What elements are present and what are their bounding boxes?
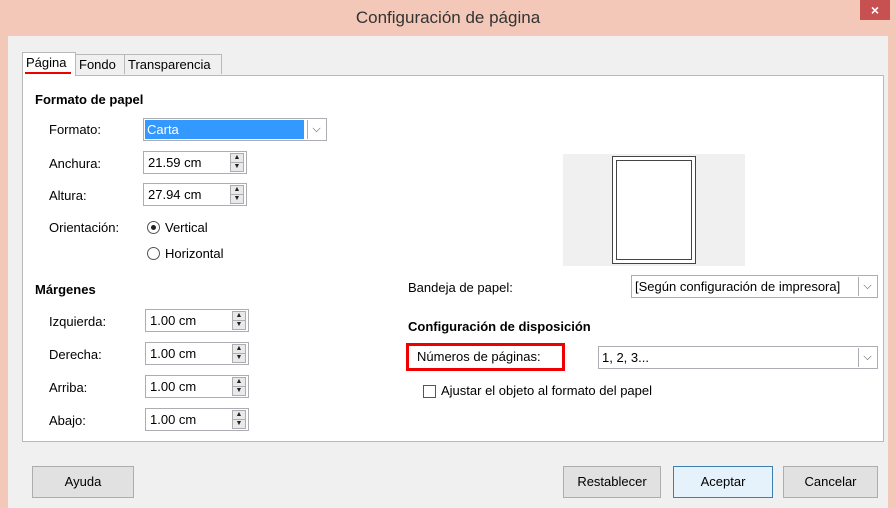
page-numbers-label: Números de páginas: [417,349,541,364]
tab-fondo[interactable]: Fondo [75,54,125,74]
spin-up-icon[interactable]: ▲ [233,312,245,320]
fit-object-label[interactable]: Ajustar el objeto al formato del papel [441,383,652,398]
tab-label: Página [26,55,67,70]
margin-top-label: Arriba: [49,380,88,395]
width-spinner[interactable]: 21.59 cm ▲ ▼ [143,151,247,174]
chevron-down-icon[interactable]: ⌵ [307,120,325,139]
orientation-vertical-radio[interactable] [147,221,160,234]
margin-bottom-spinner[interactable]: 1.00 cm ▲ ▼ [145,408,249,431]
margin-top-value: 1.00 cm [150,379,197,394]
preview-page [612,156,696,264]
ok-button[interactable]: Aceptar [673,466,773,498]
margin-bottom-value: 1.00 cm [150,412,197,427]
help-button[interactable]: Ayuda [32,466,134,498]
spin-down-icon[interactable]: ▼ [231,163,243,171]
spin-down-icon[interactable]: ▼ [233,354,245,362]
layout-settings-title: Configuración de disposición [408,319,591,334]
height-value: 27.94 cm [148,187,202,202]
margin-left-label: Izquierda: [49,314,107,329]
spin-up-icon[interactable]: ▲ [233,411,245,419]
page-numbers-select[interactable]: 1, 2, 3... ⌵ [598,346,878,369]
margin-left-value: 1.00 cm [150,313,197,328]
orientation-label: Orientación: [49,220,120,235]
spin-up-icon[interactable]: ▲ [231,186,243,194]
tab-transparencia[interactable]: Transparencia [124,54,222,74]
orientation-horizontal-label[interactable]: Horizontal [165,246,224,261]
tab-label: Transparencia [128,57,211,72]
format-select[interactable]: Carta ⌵ [143,118,327,141]
page-numbers-value: 1, 2, 3... [602,350,649,365]
format-label: Formato: [49,122,102,137]
height-label: Altura: [49,188,87,203]
spin-up-icon[interactable]: ▲ [231,154,243,162]
dialog-body: Página Fondo Transparencia Formato de pa… [8,36,888,508]
chevron-down-icon[interactable]: ⌵ [858,348,876,367]
tab-label: Fondo [79,57,116,72]
title-bar: Configuración de página × [0,0,896,36]
width-label: Anchura: [49,156,102,171]
tab-pagina[interactable]: Página [22,52,76,76]
reset-button[interactable]: Restablecer [563,466,661,498]
cancel-button[interactable]: Cancelar [783,466,878,498]
paper-tray-select[interactable]: [Según configuración de impresora] ⌵ [631,275,878,298]
margin-left-spinner[interactable]: 1.00 cm ▲ ▼ [145,309,249,332]
width-value: 21.59 cm [148,155,202,170]
spin-buttons[interactable]: ▲ ▼ [232,377,246,396]
spin-buttons[interactable]: ▲ ▼ [232,344,246,363]
spin-up-icon[interactable]: ▲ [233,345,245,353]
margin-right-spinner[interactable]: 1.00 cm ▲ ▼ [145,342,249,365]
spin-down-icon[interactable]: ▼ [233,387,245,395]
tab-active-underline [25,72,71,74]
fit-object-checkbox[interactable] [423,385,436,398]
chevron-down-icon[interactable]: ⌵ [858,277,876,296]
spin-up-icon[interactable]: ▲ [233,378,245,386]
window-title: Configuración de página [355,8,541,27]
spin-buttons[interactable]: ▲ ▼ [230,153,244,172]
paper-format-title: Formato de papel [35,92,144,107]
spin-buttons[interactable]: ▲ ▼ [232,311,246,330]
spin-buttons[interactable]: ▲ ▼ [232,410,246,429]
margin-bottom-label: Abajo: [49,413,86,428]
paper-tray-value: [Según configuración de impresora] [635,279,841,294]
orientation-vertical-label[interactable]: Vertical [165,220,208,235]
spin-down-icon[interactable]: ▼ [233,420,245,428]
close-icon: × [870,2,880,18]
spin-buttons[interactable]: ▲ ▼ [230,185,244,204]
margin-right-label: Derecha: [49,347,102,362]
spin-down-icon[interactable]: ▼ [233,321,245,329]
height-spinner[interactable]: 27.94 cm ▲ ▼ [143,183,247,206]
spin-down-icon[interactable]: ▼ [231,195,243,203]
preview-margins [616,160,692,260]
page-preview [563,154,745,266]
format-value: Carta [145,120,304,139]
close-button[interactable]: × [860,0,890,20]
margins-title: Márgenes [35,282,96,297]
margin-right-value: 1.00 cm [150,346,197,361]
orientation-horizontal-radio[interactable] [147,247,160,260]
tab-panel: Formato de papel Formato: Carta ⌵ Anchur… [22,75,884,442]
paper-tray-label: Bandeja de papel: [408,280,513,295]
margin-top-spinner[interactable]: 1.00 cm ▲ ▼ [145,375,249,398]
